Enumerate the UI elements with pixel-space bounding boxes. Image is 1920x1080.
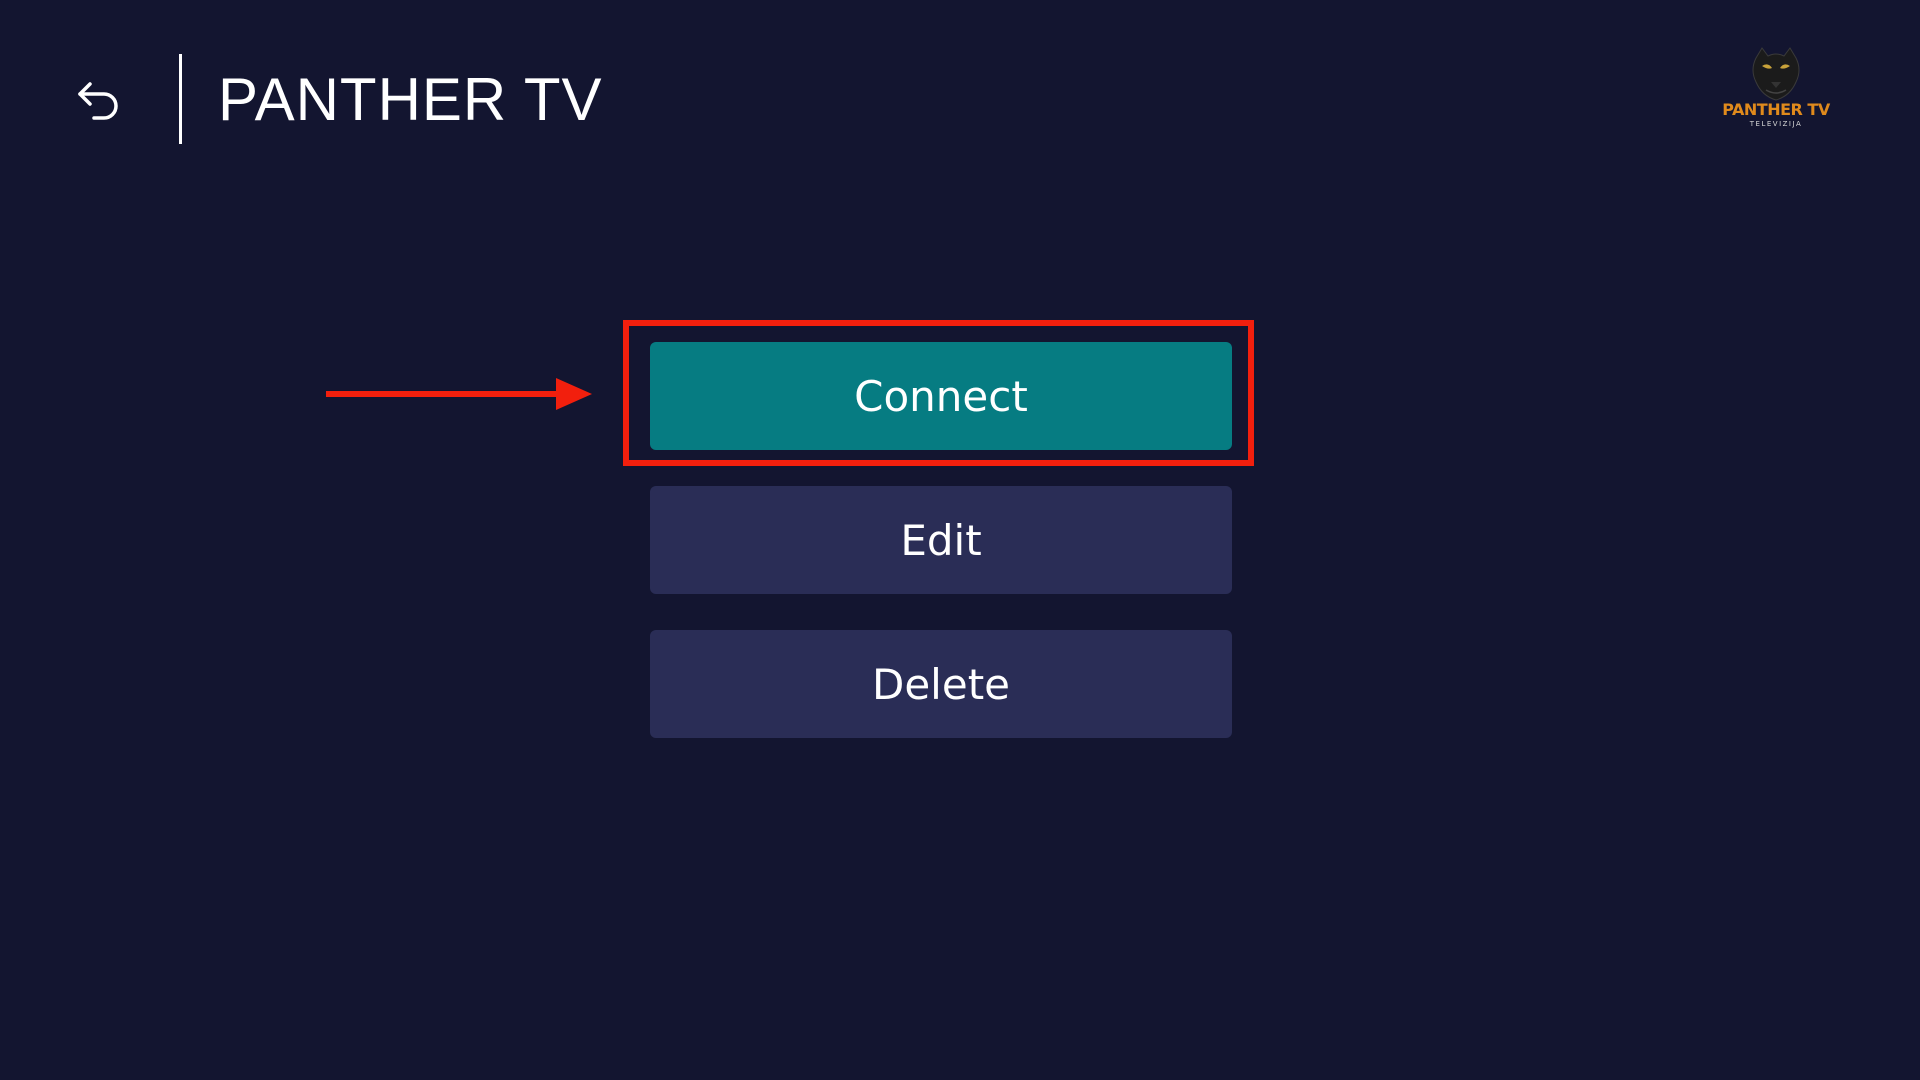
edit-button[interactable]: Edit (650, 486, 1232, 594)
panther-head-icon (1752, 47, 1800, 101)
right-arrow-icon (326, 378, 592, 410)
back-arrow-icon (78, 82, 118, 120)
header-divider (179, 54, 182, 144)
delete-button[interactable]: Delete (650, 630, 1232, 738)
brand-logo: PANTHER TV TELEVIZIJA (1716, 44, 1836, 134)
screen: PANTHER TV PANTHER TV TELEVIZIJA Connect… (0, 0, 1920, 1080)
logo-text: PANTHER TV (1722, 100, 1830, 119)
action-menu: Connect Edit Delete (650, 342, 1232, 774)
logo-subtext: TELEVIZIJA (1749, 120, 1803, 128)
connect-button[interactable]: Connect (650, 342, 1232, 450)
page-title: PANTHER TV (218, 66, 603, 133)
back-button[interactable] (70, 72, 126, 128)
